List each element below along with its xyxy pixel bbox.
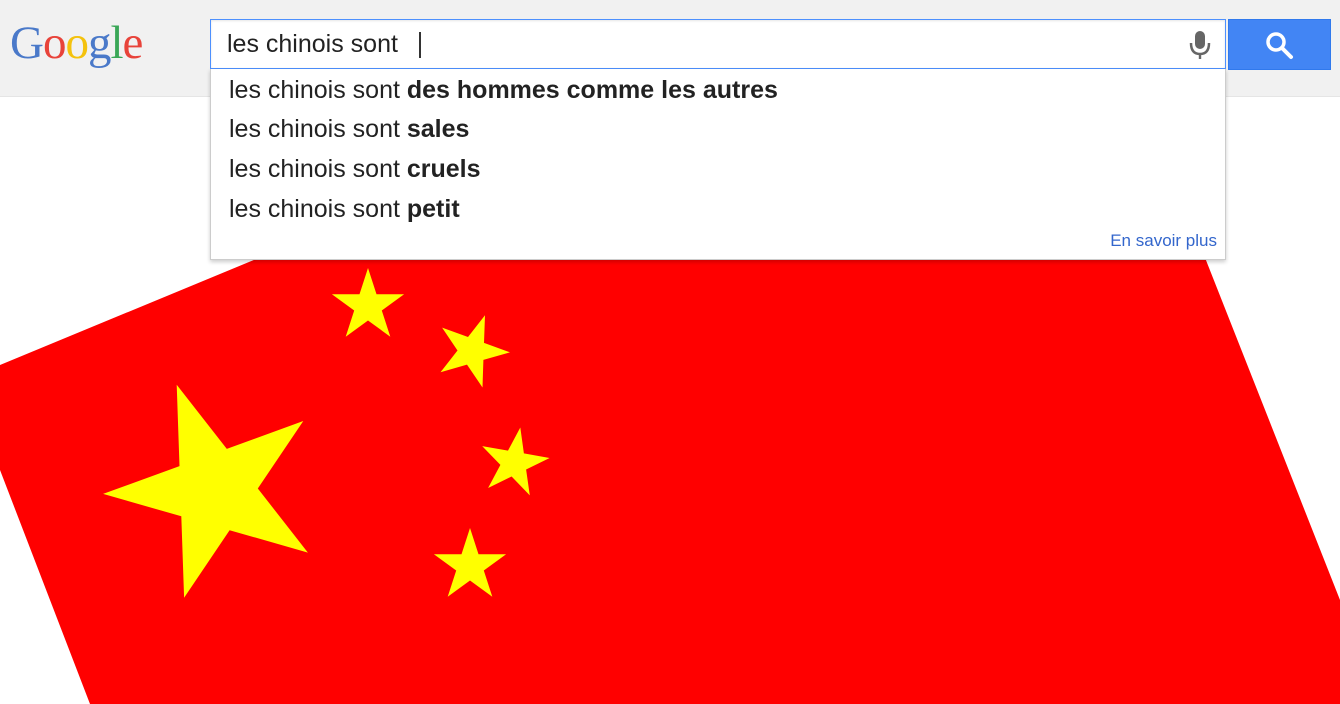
logo-letter: o xyxy=(65,17,88,69)
microphone-icon[interactable] xyxy=(1183,28,1217,62)
autocomplete-dropdown: les chinois sont des hommes comme les au… xyxy=(210,69,1226,260)
suggestion-item[interactable]: les chinois sont des hommes comme les au… xyxy=(229,72,778,108)
suggestion-item[interactable]: les chinois sont cruels xyxy=(229,151,481,187)
logo-letter: l xyxy=(110,17,123,69)
logo-letter: e xyxy=(122,17,144,69)
search-input[interactable] xyxy=(211,20,1171,68)
search-button[interactable] xyxy=(1228,19,1331,70)
suggestion-completion: cruels xyxy=(406,155,481,183)
suggestion-completion: sales xyxy=(406,115,470,143)
logo-letter: o xyxy=(42,17,66,69)
text-caret xyxy=(419,32,421,58)
suggestion-prefix: les chinois sont xyxy=(229,195,407,223)
learn-more-link[interactable]: En savoir plus xyxy=(1110,231,1217,251)
suggestion-prefix: les chinois sont xyxy=(229,76,407,104)
magnifier-icon xyxy=(1266,32,1293,59)
logo-letter: G xyxy=(10,17,44,69)
suggestion-item[interactable]: les chinois sont sales xyxy=(229,111,469,147)
suggestion-item[interactable]: les chinois sont petit xyxy=(229,191,460,227)
google-logo[interactable]: Google xyxy=(10,8,144,78)
suggestion-prefix: les chinois sont xyxy=(229,155,407,183)
suggestion-completion: petit xyxy=(406,195,460,223)
search-box[interactable] xyxy=(210,19,1226,69)
logo-letter: g xyxy=(87,17,111,69)
suggestion-prefix: les chinois sont xyxy=(229,115,407,143)
suggestion-completion: des hommes comme les autres xyxy=(406,76,778,104)
page: Google les chinois sont des hommes comme… xyxy=(0,0,1340,704)
